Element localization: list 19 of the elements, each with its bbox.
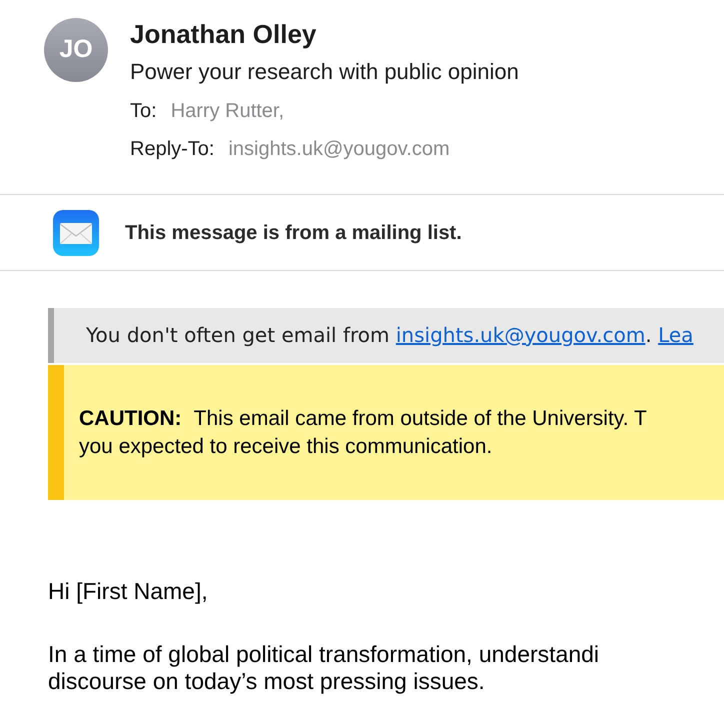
body-text: In a time of global political transformation, understandi	[48, 641, 600, 668]
greeting: Hi [First Name],	[48, 577, 209, 605]
email-link[interactable]: insights.uk@yougov.com	[396, 323, 646, 347]
body-text: discourse on today’s most pressing issues.	[48, 668, 486, 695]
field-value: insights.uk@yougov.com	[228, 137, 450, 161]
caution-label: CAUTION:	[79, 406, 182, 432]
mail-icon	[52, 208, 100, 256]
field-value: Harry Rutter,	[170, 99, 284, 123]
field-label: Reply-To:	[130, 137, 214, 161]
caution-text: you expected to receive this communication.	[79, 434, 494, 460]
field-label: To:	[130, 99, 157, 123]
learn-link[interactable]: Lea	[658, 323, 694, 347]
subject: Power your research with public opinion	[130, 59, 519, 85]
sender-name: Jonathan Olley	[130, 19, 318, 49]
banner-separator: .	[645, 323, 653, 347]
avatar: JO	[44, 18, 108, 82]
banner-text: You don't often get email from	[86, 323, 390, 347]
mailing-list-notice: This message is from a mailing list.	[125, 220, 462, 246]
caution-text: This email came from outside of the University. T	[194, 406, 647, 432]
